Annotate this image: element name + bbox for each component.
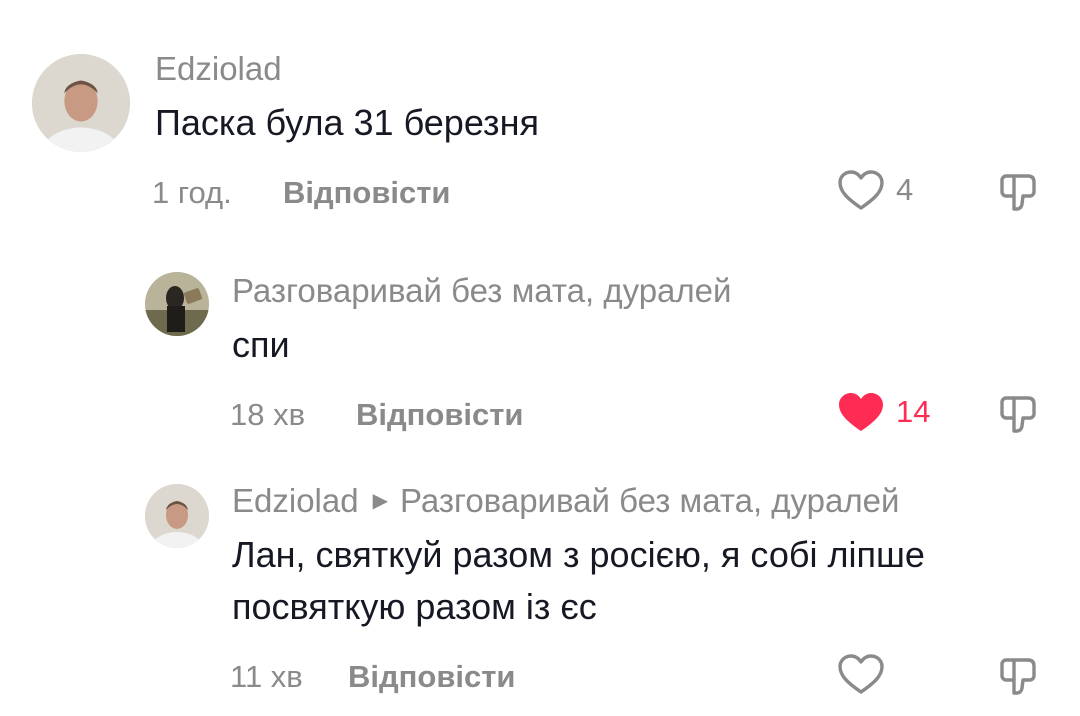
heart-icon [839, 393, 883, 431]
heart-icon [838, 654, 884, 694]
dislike-button[interactable] [998, 170, 1042, 214]
heart-icon [838, 170, 884, 210]
thumbs-down-icon [1000, 396, 1036, 433]
like-count: 4 [896, 172, 914, 207]
dislike-button[interactable] [998, 392, 1042, 436]
comment-username[interactable]: Edziolad [232, 482, 359, 519]
caret-right-icon: ▶ [372, 489, 388, 512]
thumbs-down-icon [1000, 658, 1036, 695]
dislike-button[interactable] [998, 654, 1042, 698]
comment-text-line-2: посвяткую разом із єс [232, 586, 597, 627]
reply-to-username[interactable]: Разговаривай без мата, дуралей [400, 482, 899, 519]
comment-text: Паска була 31 березня [155, 102, 539, 143]
comment-username[interactable]: Разговаривай без мата, дуралей [232, 272, 731, 310]
comment-username-line: Edziolad ▶ Разговаривай без мата, дуралей [232, 482, 899, 520]
reply-button[interactable]: Відповісти [356, 397, 524, 433]
comment-username[interactable]: Edziolad [155, 50, 282, 88]
like-button[interactable] [836, 652, 896, 696]
reply-button[interactable]: Відповісти [283, 175, 451, 211]
avatar[interactable] [145, 272, 209, 336]
comment-text: спи [232, 324, 290, 365]
like-button[interactable]: 4 [836, 168, 913, 212]
comment-timestamp: 1 год. [152, 175, 232, 210]
like-button[interactable]: 14 [836, 390, 930, 434]
thumbs-down-icon [1000, 174, 1036, 211]
reply-button[interactable]: Відповісти [348, 659, 516, 695]
comments-list: Edziolad Паска була 31 березня 1 год. Ві… [0, 0, 1080, 716]
avatar[interactable] [145, 484, 209, 548]
comment-timestamp: 18 хв [230, 397, 306, 432]
like-count: 14 [896, 394, 931, 429]
avatar[interactable] [32, 54, 130, 152]
comment-timestamp: 11 хв [230, 659, 303, 694]
comment-text-line-1: Лан, святкуй разом з росією, я собі ліпш… [232, 534, 925, 575]
